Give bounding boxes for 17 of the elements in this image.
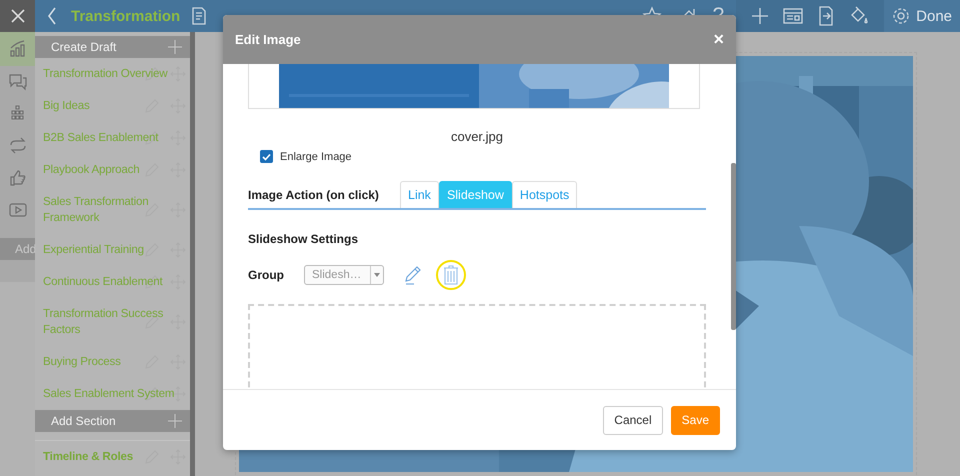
section-item[interactable]: Big Ideas xyxy=(43,98,90,114)
create-draft-button[interactable]: Create Draft xyxy=(35,36,190,58)
close-button[interactable]: × xyxy=(713,29,724,50)
section-item[interactable]: Buying Process xyxy=(43,354,121,370)
section-item[interactable]: B2B Sales Enablement xyxy=(43,130,158,146)
section-title[interactable]: Timeline & Roles xyxy=(43,449,134,465)
section-item[interactable]: Transformation Overview xyxy=(43,66,168,82)
add-section-button[interactable]: Add Section xyxy=(35,410,190,432)
app-title: Transformation xyxy=(71,8,180,24)
section-item[interactable]: Playbook Approach xyxy=(43,162,140,178)
done-button[interactable]: Done xyxy=(884,0,960,32)
section-item[interactable]: Experiential Training xyxy=(43,242,144,258)
section-item[interactable]: Continuous Enablement xyxy=(43,274,163,290)
section-item[interactable]: Sales Enablement System xyxy=(43,386,174,402)
dialog-title: Edit Image xyxy=(235,32,301,47)
section-item[interactable]: Transformation Success Factors xyxy=(43,306,190,338)
section-item[interactable]: Sales Transformation Framework xyxy=(43,194,190,226)
